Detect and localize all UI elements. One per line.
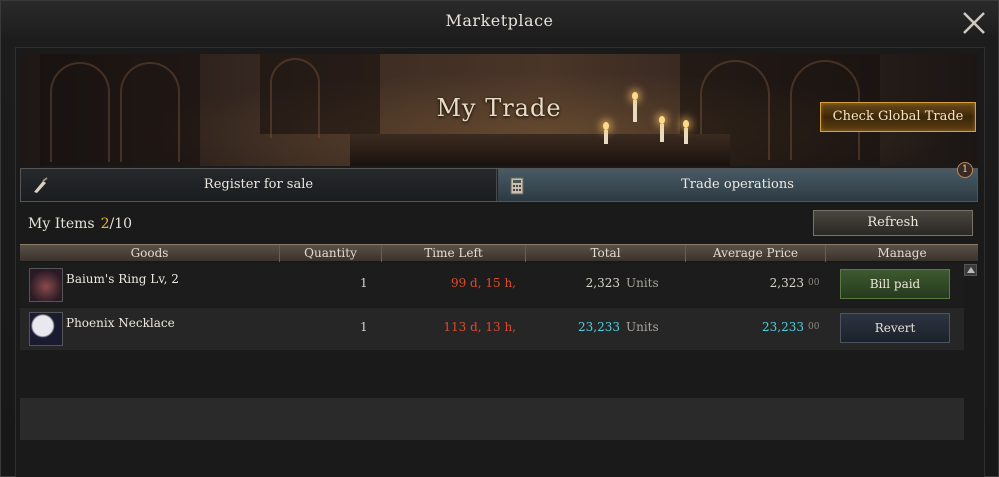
item-average-decimal: 00: [808, 322, 820, 332]
marketplace-window: Marketplace My Trade Check Global Trade: [0, 0, 999, 477]
necklace-icon: [29, 312, 63, 346]
item-time-left: 113 d, 13 h,: [443, 320, 516, 334]
item-time-left: 99 d, 15 h,: [450, 276, 516, 290]
my-items-max: /10: [109, 216, 133, 232]
calculator-icon: [508, 176, 526, 195]
col-time-left: Time Left: [382, 245, 526, 262]
item-average-price: 2,323: [769, 276, 804, 290]
table-row: Phoenix Necklace 1 113 d, 13 h, 23,233 U…: [20, 308, 964, 350]
revert-button[interactable]: Revert: [840, 313, 950, 343]
bill-paid-button[interactable]: Bill paid: [840, 269, 950, 299]
col-total: Total: [526, 245, 686, 262]
item-total: 2,323: [585, 276, 620, 290]
item-quantity: 1: [360, 276, 368, 290]
item-total-unit: Units: [626, 276, 659, 290]
col-manage: Manage: [877, 246, 927, 260]
refresh-button[interactable]: Refresh: [813, 210, 973, 236]
tab-trade-operations[interactable]: Trade operations: [498, 169, 977, 201]
item-average-decimal: 00: [808, 278, 820, 288]
notification-badge: 1: [957, 162, 973, 178]
scroll-up-arrow-icon[interactable]: [964, 264, 977, 276]
check-global-trade-button[interactable]: Check Global Trade: [820, 102, 976, 132]
item-name: Baium's Ring Lv, 2: [66, 272, 179, 286]
my-items-count: 2: [100, 216, 110, 232]
col-quantity: Quantity: [280, 245, 382, 262]
my-items-header: My Items 2/10: [28, 216, 132, 232]
my-items-label: My Items: [28, 216, 95, 232]
banner-image: My Trade Check Global Trade: [20, 54, 978, 166]
tab-register-for-sale[interactable]: Register for sale: [21, 169, 497, 201]
empty-list-row: [20, 398, 964, 440]
ring-icon: [29, 268, 63, 302]
item-quantity: 1: [360, 320, 368, 334]
close-icon[interactable]: [960, 9, 988, 37]
main-content: My Trade Check Global Trade Register for…: [15, 47, 985, 477]
quill-icon: [31, 176, 49, 194]
item-average-price: 23,233: [762, 320, 804, 334]
window-title: Marketplace: [445, 11, 554, 30]
item-name: Phoenix Necklace: [66, 316, 175, 330]
item-total: 23,233: [578, 320, 620, 334]
tab-register-label: Register for sale: [203, 177, 314, 192]
item-total-unit: Units: [626, 320, 659, 334]
col-average-price: Average Price: [686, 245, 826, 262]
tab-bar: Register for sale Trade operations 1: [20, 162, 978, 202]
table-row: Baium's Ring Lv, 2 1 99 d, 15 h, 2,323 U…: [20, 264, 964, 306]
tab-trade-label: Trade operations: [681, 177, 794, 192]
